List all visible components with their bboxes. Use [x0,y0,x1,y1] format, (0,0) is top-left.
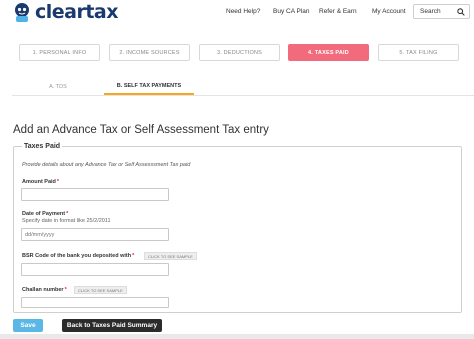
save-button[interactable]: Save [13,319,43,332]
step-taxes-paid[interactable]: 4. TAXES PAID [288,44,369,61]
challan-number-input[interactable] [21,297,169,308]
cleartax-mascot-icon [15,2,29,22]
challan-sample-button[interactable]: CLICK TO SEE SAMPLE [74,286,127,294]
amount-input[interactable] [21,188,169,201]
cleartax-logo[interactable]: cleartax [12,1,119,23]
panel-legend: Taxes Paid [24,143,61,150]
step-tax-filing[interactable]: 5. TAX FILING [378,44,459,61]
form-description: Provide details about any Advance Tax or… [22,162,191,168]
search-icon [457,8,465,16]
tab-divider [12,95,474,96]
required-marker: * [56,179,60,185]
date-label: Date of Payment* [22,211,69,217]
step-personal-info[interactable]: 1. PERSONAL INFO [19,44,100,61]
amount-label: Amount Paid* [22,179,60,185]
bsr-code-label: BSR Code of the bank you deposited with* [22,253,135,259]
logo-text: cleartax [35,1,119,23]
search-label: Search [420,8,441,15]
tab-self-tax-payments[interactable]: B. SELF TAX PAYMENTS [104,78,194,95]
required-marker: * [132,253,135,259]
bsr-sample-button[interactable]: CLICK TO SEE SAMPLE [144,252,197,260]
nav-buy-ca-plan[interactable]: Buy CA Plan [273,8,310,15]
date-hint: Specify date in format like 25/2/2011 [22,218,111,224]
nav-refer-earn[interactable]: Refer & Earn [319,8,357,15]
required-marker: * [66,211,69,217]
challan-number-label: Challan number* [22,287,67,293]
required-marker: * [64,287,67,293]
top-header: cleartax Need Help? Buy CA Plan Refer & … [0,0,474,26]
nav-need-help[interactable]: Need Help? [226,8,260,15]
step-income-sources[interactable]: 2. INCOME SOURCES [109,44,190,61]
search-box[interactable]: Search [413,4,470,19]
action-bar-shadow [0,334,474,339]
bsr-code-input[interactable] [21,263,169,276]
back-to-summary-button[interactable]: Back to Taxes Paid Summary [62,319,162,332]
page-title: Add an Advance Tax or Self Assessment Ta… [13,124,269,136]
nav-my-account[interactable]: My Account [372,8,406,15]
tab-tds[interactable]: A. TDS [14,78,102,95]
step-deductions[interactable]: 3. DEDUCTIONS [199,44,280,61]
date-input[interactable] [21,228,169,241]
